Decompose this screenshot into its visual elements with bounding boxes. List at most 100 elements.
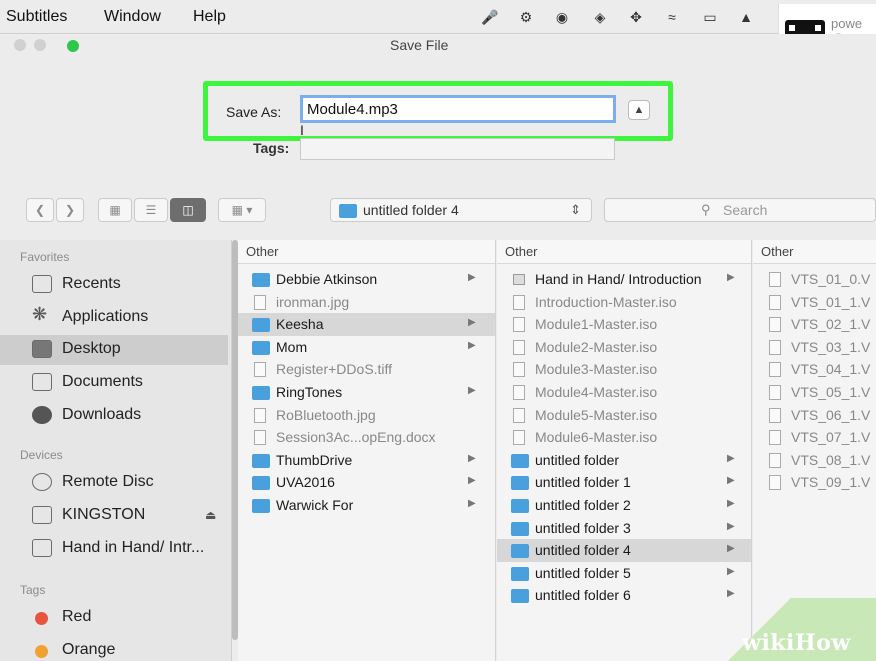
sidebar-item-recents[interactable]: Recents xyxy=(0,270,228,300)
folder-row[interactable]: untitled folder 1 ▶ xyxy=(497,471,751,494)
folder-row[interactable]: Warwick For ▶ xyxy=(238,494,495,517)
folder-row[interactable]: RingTones ▶ xyxy=(238,381,495,404)
file-row[interactable]: Module5-Master.iso xyxy=(497,404,751,427)
airplay-icon[interactable]: ▭ xyxy=(700,7,720,27)
file-row[interactable]: VTS_07_1.V xyxy=(753,426,876,449)
zoom-button[interactable] xyxy=(67,40,79,52)
folder-row[interactable]: Keesha ▶ xyxy=(238,313,495,337)
file-row[interactable]: Register+DDoS.tiff xyxy=(238,358,495,381)
folder-row[interactable]: untitled folder 2 ▶ xyxy=(497,494,751,517)
sidebar-item-label: Documents xyxy=(62,373,143,390)
file-icon xyxy=(513,430,525,446)
file-row[interactable]: VTS_05_1.V xyxy=(753,381,876,404)
file-row[interactable]: Module3-Master.iso xyxy=(497,358,751,381)
tags-field[interactable] xyxy=(300,138,615,160)
folder-icon xyxy=(252,499,270,513)
row-label: Keesha xyxy=(276,316,324,333)
file-row[interactable]: Module2-Master.iso xyxy=(497,336,751,359)
folder-icon xyxy=(511,453,529,468)
folder-icon xyxy=(511,566,529,581)
list-view-button[interactable]: ☰ xyxy=(134,198,168,222)
file-row[interactable]: VTS_09_1.V xyxy=(753,471,876,494)
favorites-header: Favorites xyxy=(20,250,70,264)
sidebar-item-label: Remote Disc xyxy=(62,473,154,490)
file-icon xyxy=(513,294,525,310)
sidebar-item-remote-disc[interactable]: Remote Disc xyxy=(0,468,228,498)
file-row[interactable]: RoBluetooth.jpg xyxy=(238,404,495,427)
group-menu-button[interactable]: ▦ ▾ xyxy=(218,198,266,222)
file-row[interactable]: VTS_02_1.V xyxy=(753,313,876,336)
file-icon xyxy=(769,317,781,333)
search-field[interactable]: ⚲ Search xyxy=(604,198,876,222)
microphone-icon[interactable]: 🎤 xyxy=(480,7,500,27)
folder-row[interactable]: ThumbDrive ▶ xyxy=(238,449,495,472)
folder-icon xyxy=(511,499,529,513)
menu-subtitles[interactable]: Subtitles xyxy=(6,8,67,26)
folder-row[interactable]: untitled folder 4 ▶ xyxy=(497,539,751,563)
folder-row[interactable]: untitled folder 5 ▶ xyxy=(497,562,751,585)
folder-icon xyxy=(511,544,529,559)
row-label: VTS_03_1.V xyxy=(791,338,871,355)
minimize-button[interactable] xyxy=(34,39,46,51)
folder-row[interactable]: Debbie Atkinson ▶ xyxy=(238,268,495,291)
file-row[interactable]: Module4-Master.iso xyxy=(497,381,751,404)
disclosure-arrow-icon: ▶ xyxy=(468,498,476,509)
extension-icon[interactable]: ⚙ xyxy=(516,7,536,27)
sidebar-item-hand-in-hand[interactable]: Hand in Hand/ Intr... xyxy=(0,534,228,564)
eject-icon[interactable]: ⏏ xyxy=(205,508,216,522)
row-label: Introduction-Master.iso xyxy=(535,293,677,310)
column-view-button[interactable]: ◫ xyxy=(170,198,206,222)
file-row[interactable]: VTS_08_1.V xyxy=(753,449,876,472)
path-popup[interactable]: untitled folder 4 ⇕ xyxy=(330,198,592,222)
file-row[interactable]: Session3Ac...opEng.docx xyxy=(238,426,495,449)
disclosure-arrow-icon: ▶ xyxy=(468,317,476,329)
file-row[interactable]: ironman.jpg xyxy=(238,291,495,314)
wifi-icon[interactable]: ≈ xyxy=(662,7,682,27)
back-button[interactable]: ❮ xyxy=(26,198,54,222)
sidebar-tag-orange[interactable]: Orange xyxy=(0,636,228,661)
file-row[interactable]: Module1-Master.iso xyxy=(497,313,751,336)
file-icon xyxy=(513,385,525,400)
save-as-field[interactable] xyxy=(300,95,616,123)
file-row[interactable]: VTS_06_1.V xyxy=(753,404,876,427)
folder-row[interactable]: untitled folder 3 ▶ xyxy=(497,517,751,540)
folder-icon xyxy=(511,476,529,491)
eject-icon[interactable]: ▲ xyxy=(736,7,756,27)
folder-row[interactable]: Mom ▶ xyxy=(238,336,495,359)
collapse-button[interactable]: ▲ xyxy=(628,100,650,120)
file-row[interactable]: VTS_03_1.V xyxy=(753,336,876,359)
sidebar-item-desktop[interactable]: Desktop xyxy=(0,335,228,365)
row-label: untitled folder 4 xyxy=(535,542,631,559)
file-row[interactable]: VTS_01_0.V xyxy=(753,268,876,291)
row-label: untitled folder 6 xyxy=(535,587,631,604)
file-row[interactable]: Hand in Hand/ Introduction ▶ xyxy=(497,268,751,291)
sidebar-item-documents[interactable]: Documents xyxy=(0,368,228,398)
row-label: untitled folder 1 xyxy=(535,474,631,491)
menu-help[interactable]: Help xyxy=(193,8,226,26)
forward-button[interactable]: ❯ xyxy=(56,198,84,222)
column-header: Other xyxy=(753,240,876,264)
sidebar-tag-red[interactable]: Red xyxy=(0,603,228,633)
menu-window[interactable]: Window xyxy=(104,8,161,26)
disclosure-arrow-icon: ▶ xyxy=(727,520,735,532)
file-row[interactable]: Introduction-Master.iso xyxy=(497,291,751,314)
folder-row[interactable]: untitled folder ▶ xyxy=(497,449,751,472)
file-row[interactable]: VTS_04_1.V xyxy=(753,358,876,381)
close-button[interactable] xyxy=(14,39,26,51)
row-label: Mom xyxy=(276,338,308,355)
file-row[interactable]: VTS_01_1.V xyxy=(753,291,876,314)
bluetooth-icon[interactable]: ✥ xyxy=(626,7,646,27)
disclosure-arrow-icon: ▶ xyxy=(468,452,476,464)
row-label: VTS_01_0.V xyxy=(791,271,871,287)
camera-icon[interactable]: ◉ xyxy=(552,7,572,27)
folder-row[interactable]: UVA2016 ▶ xyxy=(238,471,495,494)
drive-icon xyxy=(32,539,52,557)
icon-view-button[interactable]: ▦ xyxy=(98,198,132,222)
shield-icon[interactable]: ◈ xyxy=(590,7,610,27)
row-label: Module1-Master.iso xyxy=(535,316,658,333)
sidebar-item-downloads[interactable]: Downloads xyxy=(0,401,228,431)
file-row[interactable]: Module6-Master.iso xyxy=(497,426,751,449)
sidebar-item-kingston[interactable]: KINGSTON ⏏ xyxy=(0,501,228,531)
tag-dot-icon xyxy=(35,645,48,658)
sidebar-item-applications[interactable]: ❋ Applications xyxy=(0,303,228,333)
